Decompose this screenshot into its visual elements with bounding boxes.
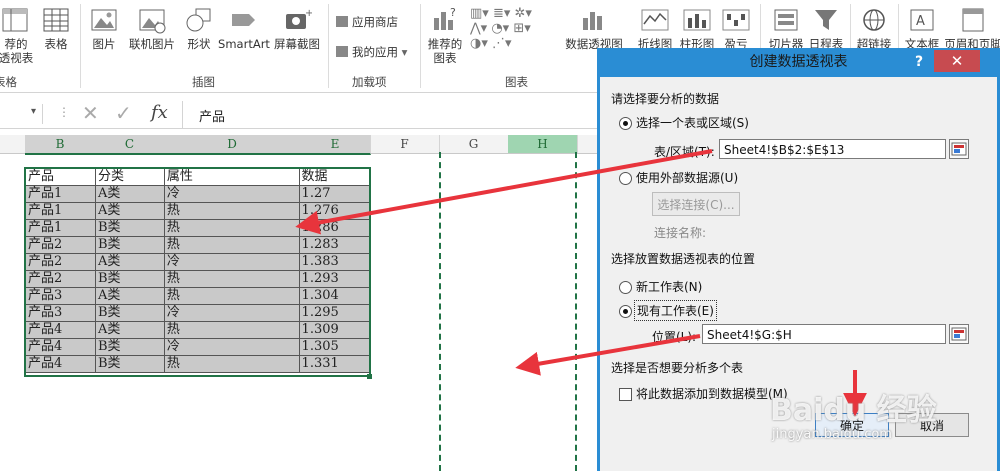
- watermark-logo: Baidu 经验: [770, 393, 937, 428]
- arrow-to-table: [295, 149, 713, 235]
- watermark-url: jingyan.baidu.com: [772, 427, 892, 442]
- arrow-to-target: [515, 334, 701, 376]
